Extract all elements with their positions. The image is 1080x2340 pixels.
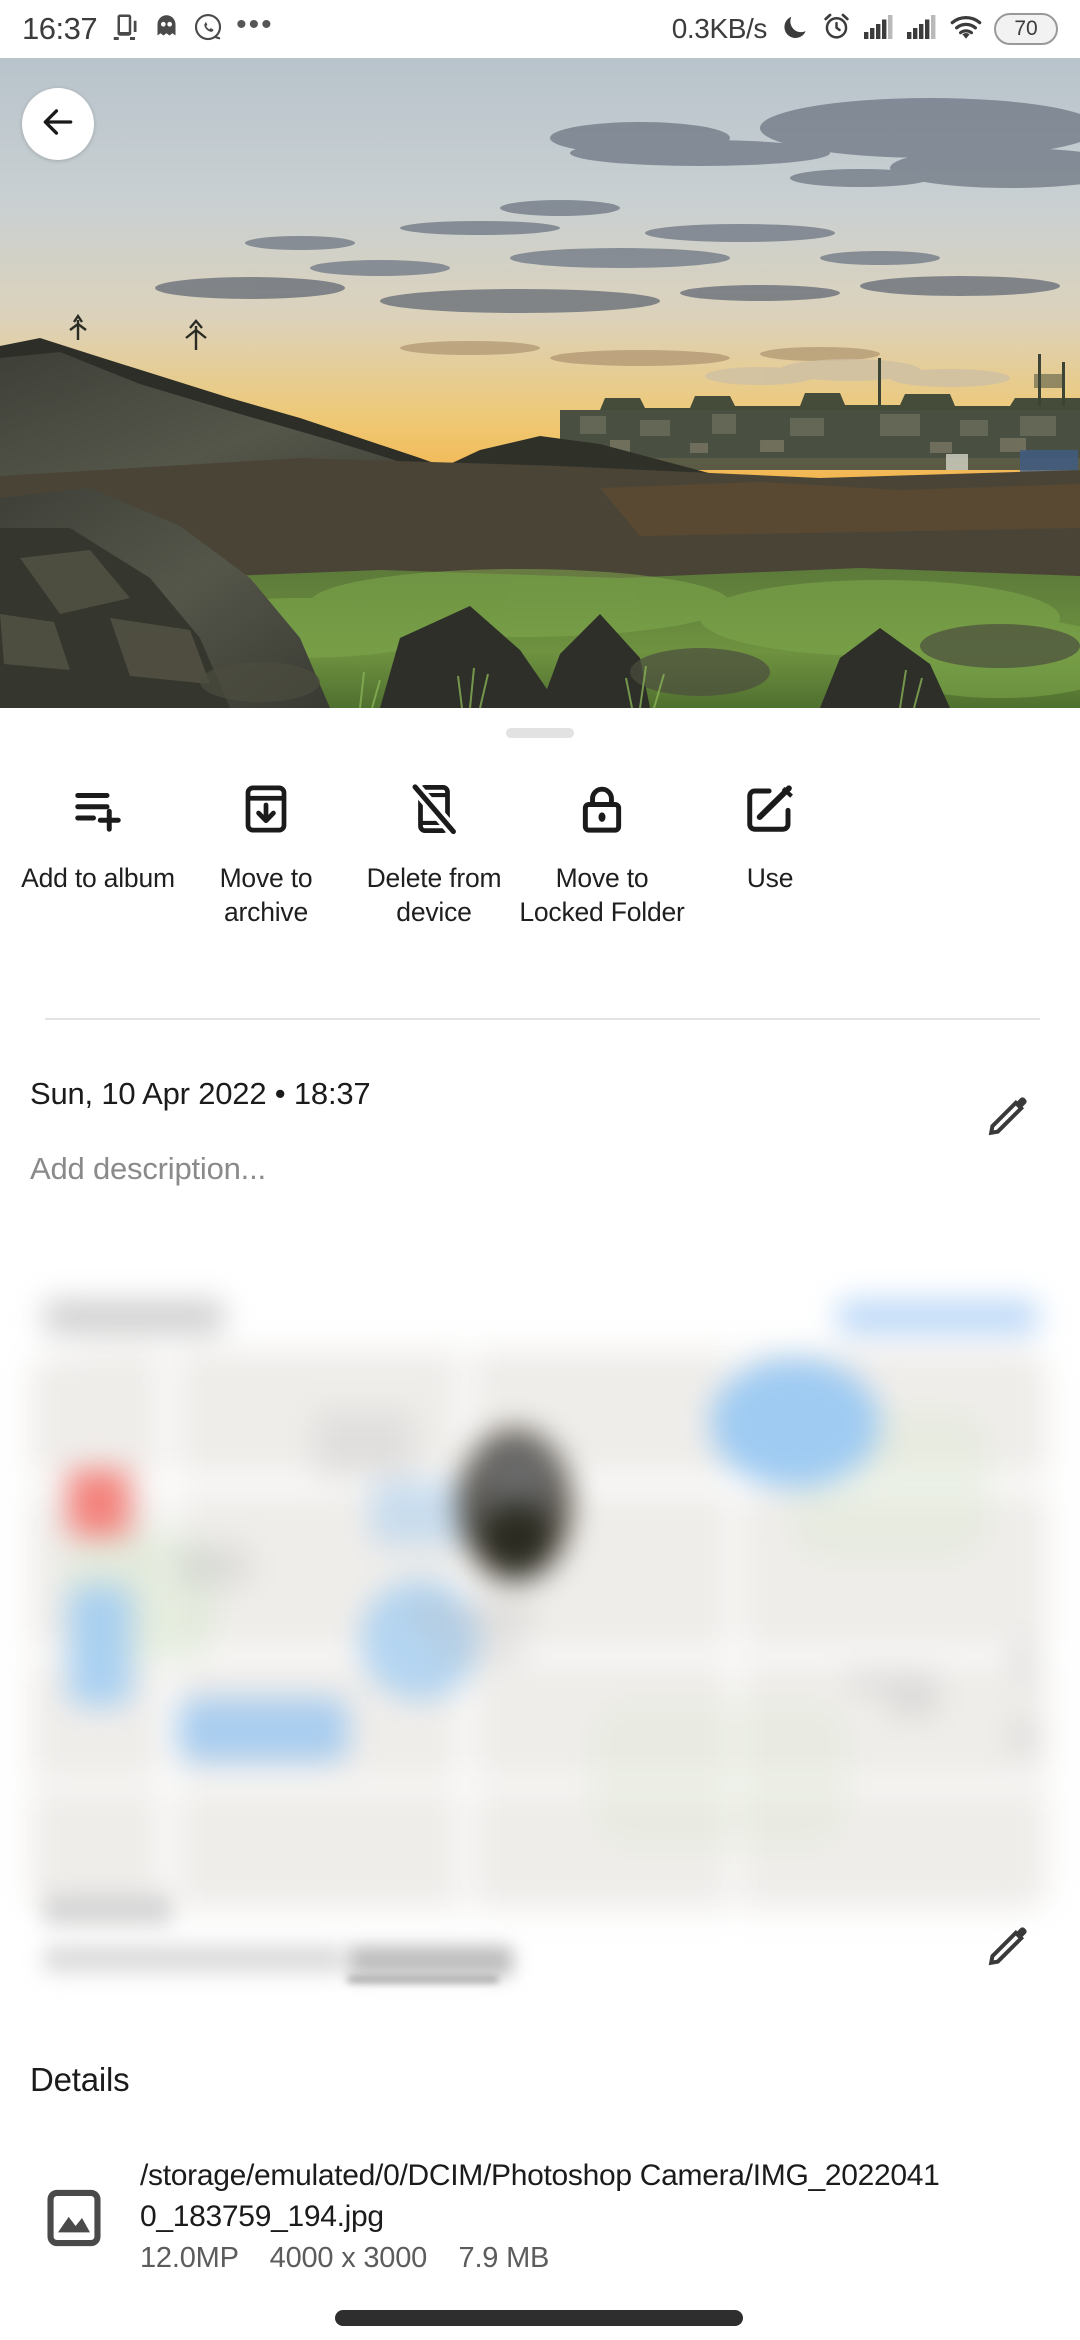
use-as-edit-icon: [743, 778, 797, 840]
file-meta: 12.0MP 4000 x 3000 7.9 MB: [140, 2241, 550, 2274]
lock-icon: [575, 778, 629, 840]
action-label: Move to Locked Folder: [519, 863, 685, 927]
action-move-to-archive[interactable]: Move to archive: [182, 766, 350, 930]
image-file-icon: [42, 2186, 106, 2255]
edit-location-pencil-icon[interactable]: [984, 1922, 1032, 1975]
signal-bars-sim1-icon: [863, 14, 895, 45]
photo-date-time: Sun, 10 Apr 2022 • 18:37: [30, 1076, 371, 1111]
dnd-moon-icon: [780, 12, 810, 47]
wifi-icon: [949, 13, 983, 46]
edit-date-pencil-icon[interactable]: [984, 1092, 1032, 1145]
battery-level: 70: [1014, 17, 1038, 40]
phone-slash-icon: [407, 778, 461, 840]
network-speed-label: 0.3KB/s: [671, 13, 768, 44]
playlist-add-icon: [71, 778, 125, 840]
navigation-gesture-bar[interactable]: [335, 2310, 743, 2326]
add-description-field[interactable]: Add description...: [30, 1151, 266, 1187]
section-divider: [45, 1018, 1040, 1020]
photo-preview[interactable]: [0, 58, 1080, 708]
back-button[interactable]: [22, 88, 94, 160]
action-label: Delete from device: [366, 863, 502, 927]
actions-row[interactable]: Add to album Move to archive Delete from…: [0, 766, 1080, 996]
file-path: /storage/emulated/0/DCIM/Photoshop Camer…: [140, 2159, 940, 2233]
more-dots-icon: •••: [236, 8, 274, 41]
cast-icon: [110, 12, 140, 47]
action-move-to-locked-folder[interactable]: Move to Locked Folder: [518, 766, 686, 930]
alarm-clock-icon: [821, 11, 852, 47]
action-label: Add to album: [21, 863, 175, 893]
action-use-as[interactable]: Use: [686, 766, 854, 896]
battery-pill: 70: [994, 13, 1058, 45]
status-bar-right: 0.3KB/s 70: [672, 11, 1058, 47]
signal-bars-sim2-icon: [906, 14, 938, 45]
view-on-map-link-blurred: [838, 1300, 1038, 1334]
details-bottom-sheet: Add to album Move to archive Delete from…: [0, 708, 1080, 2340]
ghost-icon: [153, 13, 180, 45]
action-delete-from-device[interactable]: Delete from device: [350, 766, 518, 930]
map-thumbnail[interactable]: [30, 1350, 1048, 1910]
drag-handle[interactable]: [506, 728, 574, 738]
status-bar: 16:37 ••• 0.3KB/s 70: [0, 0, 1080, 58]
archive-download-icon: [239, 778, 293, 840]
estimated-location-text-blurred: [44, 1946, 344, 1972]
location-heading-blurred: [44, 1300, 224, 1334]
estimated-location-underline-blurred: [348, 1977, 498, 1982]
action-label: Use: [746, 863, 794, 893]
location-section[interactable]: [0, 1268, 1080, 1968]
action-label: Move to archive: [219, 863, 313, 927]
status-clock: 16:37: [22, 11, 98, 46]
status-bar-left: 16:37 •••: [22, 8, 274, 47]
details-heading: Details: [30, 2061, 130, 2098]
action-add-to-album[interactable]: Add to album: [14, 766, 182, 896]
photo-details-screen: 16:37 ••• 0.3KB/s 70 Add to album Move t…: [0, 0, 1080, 2340]
date-row[interactable]: Sun, 10 Apr 2022 • 18:37: [0, 1064, 1080, 1136]
estimated-location-link-blurred: [348, 1946, 513, 1976]
estimated-location-label-blurred: [44, 1894, 172, 1924]
back-arrow-icon: [39, 103, 77, 146]
estimated-location-row[interactable]: [0, 1880, 1080, 2020]
file-info: /storage/emulated/0/DCIM/Photoshop Camer…: [140, 2156, 940, 2275]
whatsapp-icon: [193, 12, 223, 47]
